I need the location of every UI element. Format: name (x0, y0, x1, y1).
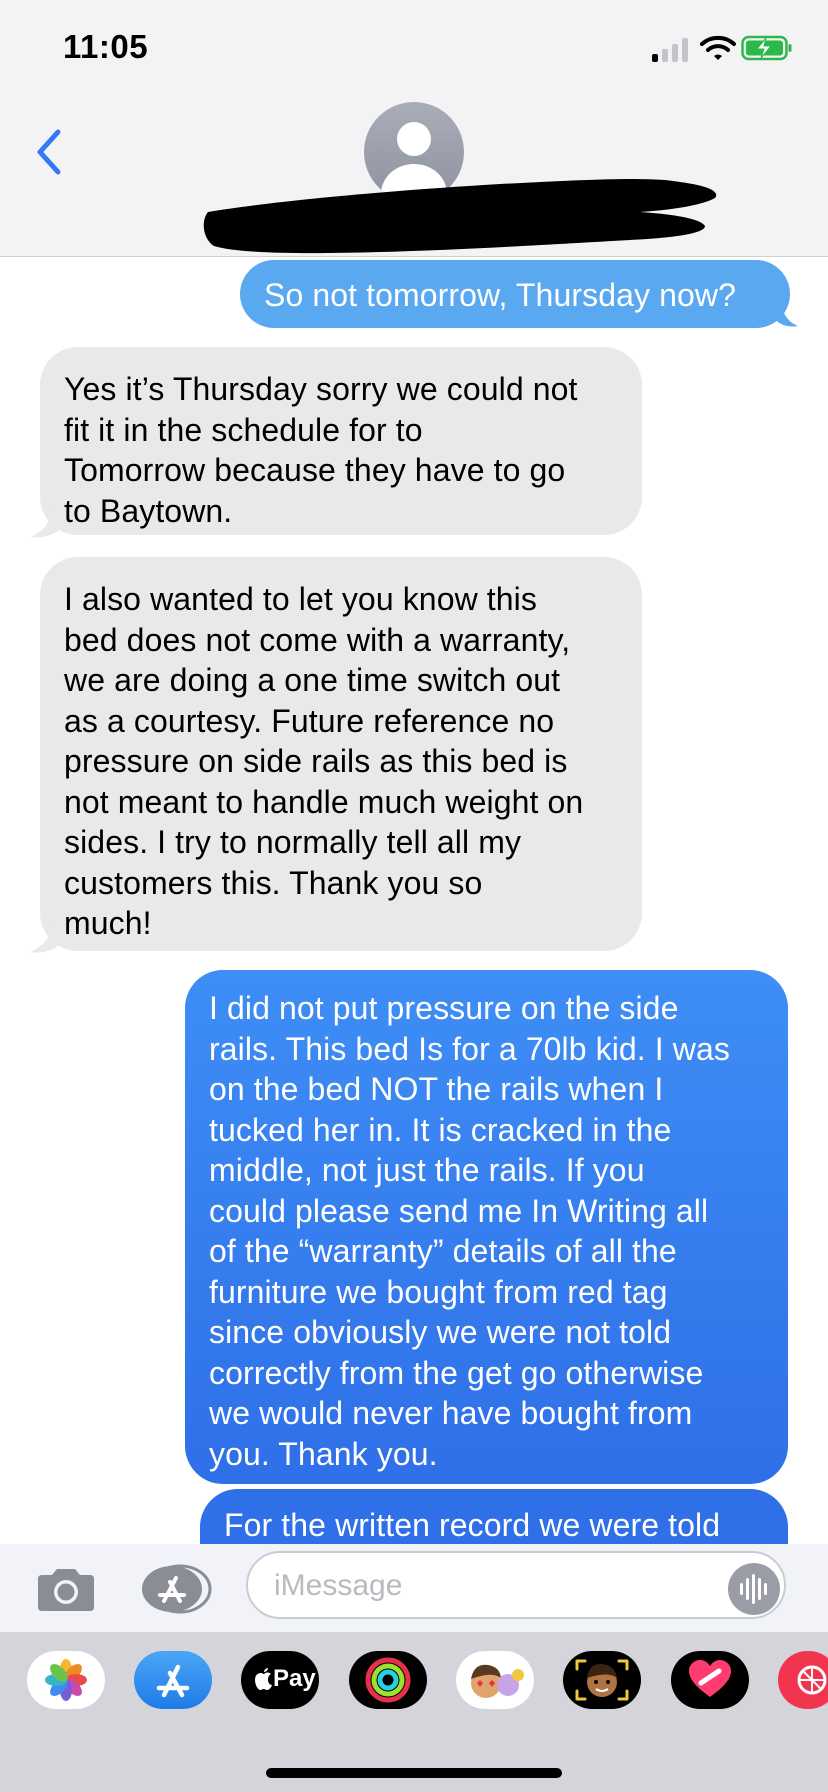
waveform-icon[interactable] (728, 1563, 780, 1615)
home-indicator[interactable] (266, 1768, 562, 1778)
message-bubble-outgoing[interactable]: For the written record we were told (200, 1489, 788, 1544)
input-placeholder: iMessage (274, 1569, 403, 1602)
back-button[interactable] (30, 126, 66, 178)
status-time: 11:05 (63, 28, 149, 65)
digital-touch-icon[interactable] (671, 1651, 749, 1709)
imessage-app-drawer: Pay (0, 1632, 828, 1792)
app-store-icon[interactable] (134, 1651, 212, 1709)
redacted-contact-name (203, 178, 717, 254)
wifi-icon (700, 35, 736, 60)
app-store-icon[interactable] (140, 1564, 212, 1614)
message-bubble-outgoing[interactable]: I did not put pressure on the side rails… (185, 970, 788, 1484)
message-bubble-incoming[interactable]: Yes it’s Thursday sorry we could not fit… (40, 347, 642, 535)
message-composer: iMessage (0, 1544, 828, 1632)
bubble-tail (30, 509, 58, 538)
conversation-header: 11:05 (0, 0, 828, 257)
message-thread[interactable]: So not tomorrow, Thursday now? Yes it’s … (0, 257, 828, 1544)
person-placeholder-icon (397, 122, 431, 156)
imessage-input[interactable]: iMessage (246, 1551, 786, 1619)
search-images-icon[interactable] (778, 1651, 828, 1709)
apple-pay-label: Pay (273, 1665, 316, 1692)
cellular-signal-icon (652, 38, 690, 62)
apple-pay-icon[interactable]: Pay (241, 1651, 319, 1709)
memoji-icon[interactable] (563, 1651, 641, 1709)
message-bubble-incoming[interactable]: I also wanted to let you know this bed d… (40, 557, 642, 951)
bubble-tail (774, 298, 798, 327)
photos-icon[interactable] (27, 1651, 105, 1709)
activity-rings-icon[interactable] (349, 1651, 427, 1709)
bubble-tail (30, 924, 58, 953)
memoji-stickers-icon[interactable] (456, 1651, 534, 1709)
message-bubble-outgoing[interactable]: So not tomorrow, Thursday now? (240, 260, 790, 328)
camera-icon[interactable] (34, 1567, 98, 1613)
battery-charging-icon (741, 35, 792, 61)
